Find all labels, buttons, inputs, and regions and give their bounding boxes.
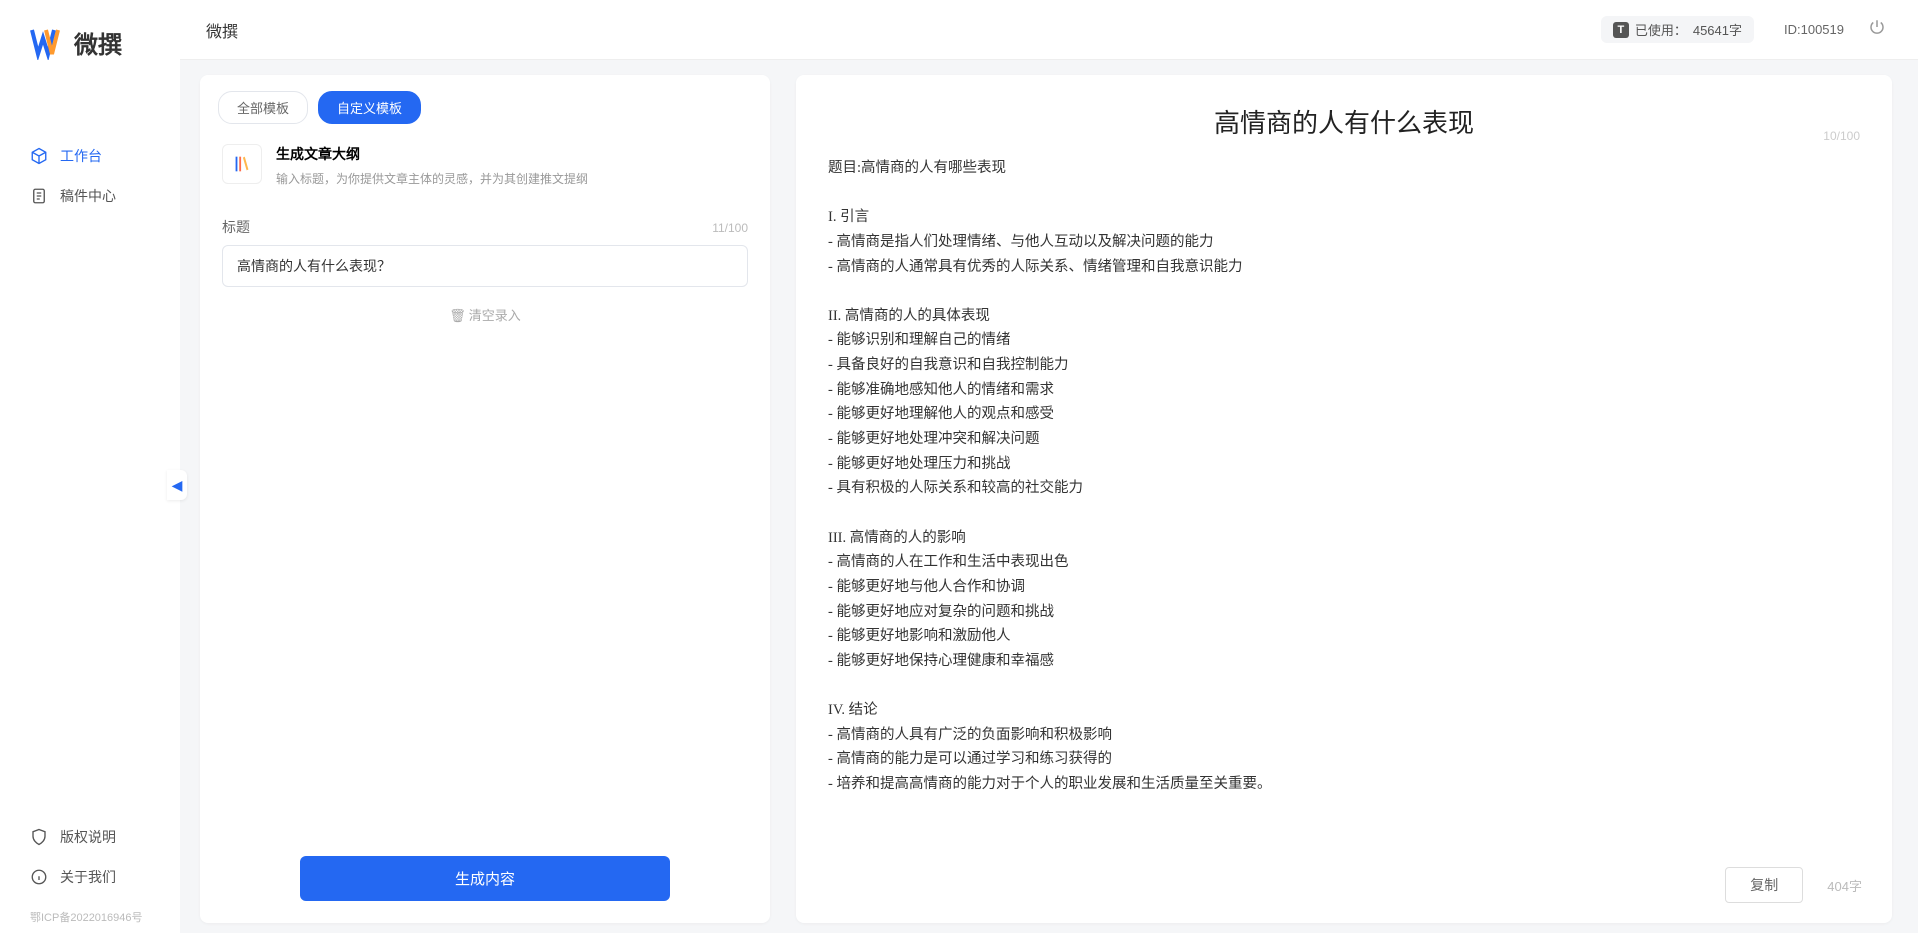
input-panel: 全部模板 自定义模板 生成文章大纲 输入标题，为你提供文章主体的灵感，并为其创建… [200,75,770,923]
clear-input-button[interactable]: 🗑清空录入 [222,305,748,324]
document-icon [30,187,48,205]
usage-value: 45641字 [1693,20,1742,39]
template-tabs: 全部模板 自定义模板 [200,75,770,124]
template-icon [222,144,262,184]
tab-all-templates[interactable]: 全部模板 [218,91,308,124]
template-card: 生成文章大纲 输入标题，为你提供文章主体的灵感，并为其创建推文提纲 [200,124,770,195]
title-field-counter: 11/100 [712,221,748,235]
title-field-section: 标题 11/100 🗑清空录入 [200,195,770,324]
info-icon [30,868,48,886]
tab-custom-template[interactable]: 自定义模板 [318,91,421,124]
copy-button[interactable]: 复制 [1725,867,1803,903]
clear-label: 清空录入 [469,308,521,323]
title-field-label: 标题 [222,217,250,237]
output-footer: 复制 404字 [796,853,1892,923]
sidebar-nav: 工作台 稿件中心 [0,76,180,817]
power-button[interactable] [1868,18,1886,41]
topbar: 微撰 T 已使用： 45641字 ID:100519 [180,0,1918,60]
template-description: 输入标题，为你提供文章主体的灵感，并为其创建推文提纲 [276,170,588,187]
sidebar-item-label: 工作台 [60,146,102,166]
sidebar-collapse-button[interactable]: ◀ [167,470,187,500]
trash-icon: 🗑 [449,308,466,323]
usage-chip[interactable]: T 已使用： 45641字 [1601,16,1754,43]
output-body[interactable]: 题目:高情商的人有哪些表现 I. 引言 - 高情商是指人们处理情绪、与他人互动以… [796,140,1892,853]
sidebar-item-label: 关于我们 [60,867,116,887]
output-panel: 高情商的人有什么表现 10/100 题目:高情商的人有哪些表现 I. 引言 - … [796,75,1892,923]
main-area: 全部模板 自定义模板 生成文章大纲 输入标题，为你提供文章主体的灵感，并为其创建… [200,75,1892,923]
logo: 微撰 [0,0,180,76]
sidebar-item-copyright[interactable]: 版权说明 [30,817,180,857]
logo-mark-icon [28,24,64,60]
output-header: 高情商的人有什么表现 10/100 [796,75,1892,140]
output-title-counter: 10/100 [1823,129,1860,143]
sidebar-item-drafts[interactable]: 稿件中心 [0,176,180,216]
template-title: 生成文章大纲 [276,144,588,164]
generate-button[interactable]: 生成内容 [300,856,670,901]
power-icon [1868,18,1886,36]
icp-text: 鄂ICP备2022016946号 [0,909,180,933]
output-word-count: 404字 [1827,876,1862,895]
output-title[interactable]: 高情商的人有什么表现 [826,103,1862,140]
title-input[interactable] [222,245,748,287]
cube-icon [30,147,48,165]
sidebar-item-workspace[interactable]: 工作台 [0,136,180,176]
sidebar-item-label: 稿件中心 [60,186,116,206]
page-title: 微撰 [206,18,238,42]
logo-text: 微撰 [74,25,122,60]
text-badge-icon: T [1613,22,1629,38]
sidebar-item-label: 版权说明 [60,827,116,847]
sidebar-item-about[interactable]: 关于我们 [30,857,180,897]
sidebar-footer: 版权说明 关于我们 [0,817,180,909]
user-id: ID:100519 [1784,22,1844,37]
usage-label: 已使用： [1635,20,1687,39]
shield-icon [30,828,48,846]
caret-left-icon: ◀ [172,477,183,494]
sidebar: 微撰 工作台 稿件中心 版权说明 关于我们 鄂ICP备2022016946号 [0,0,180,933]
